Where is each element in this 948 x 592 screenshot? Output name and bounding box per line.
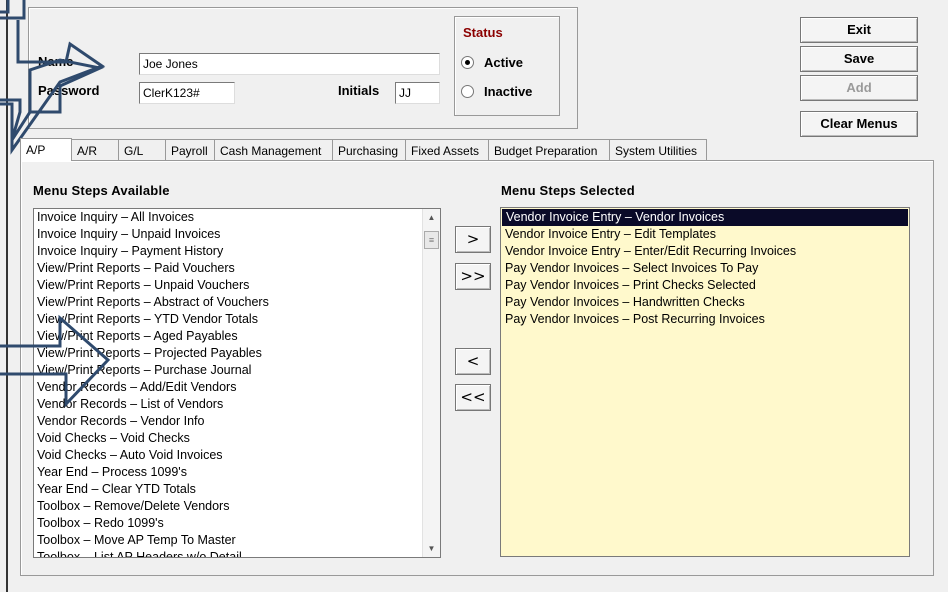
- available-list-item[interactable]: Invoice Inquiry – All Invoices: [34, 209, 422, 226]
- available-listbox[interactable]: Invoice Inquiry – All Invoices Invoice In…: [33, 208, 441, 558]
- selected-items: Vendor Invoice Entry – Vendor Invoices Ve…: [501, 209, 909, 328]
- scroll-down-icon[interactable]: ▼: [423, 540, 440, 557]
- status-title: Status: [463, 25, 503, 40]
- available-list-item[interactable]: View/Print Reports – YTD Vendor Totals: [34, 311, 422, 328]
- initials-field[interactable]: JJ: [395, 82, 440, 104]
- tab-cash-management[interactable]: Cash Management: [214, 139, 333, 161]
- available-list-item[interactable]: Void Checks – Void Checks: [34, 430, 422, 447]
- available-list-item[interactable]: Toolbox – Remove/Delete Vendors: [34, 498, 422, 515]
- selected-list-item[interactable]: Pay Vendor Invoices – Select Invoices To…: [501, 260, 909, 277]
- status-active-radio[interactable]: Active: [461, 55, 523, 70]
- exit-button[interactable]: Exit: [800, 17, 918, 43]
- available-list-item[interactable]: Toolbox – Redo 1099's: [34, 515, 422, 532]
- radio-checked-icon: [461, 56, 474, 69]
- remove-one-button[interactable]: <: [455, 348, 491, 375]
- available-list-item[interactable]: Invoice Inquiry – Unpaid Invoices: [34, 226, 422, 243]
- available-list-item[interactable]: View/Print Reports – Purchase Journal: [34, 362, 422, 379]
- name-label: Name: [38, 54, 74, 69]
- selected-listbox[interactable]: Vendor Invoice Entry – Vendor Invoices Ve…: [500, 207, 910, 557]
- available-list-item[interactable]: View/Print Reports – Abstract of Voucher…: [34, 294, 422, 311]
- tab-fixed-assets[interactable]: Fixed Assets: [405, 139, 489, 161]
- selected-list-item[interactable]: Pay Vendor Invoices – Print Checks Selec…: [501, 277, 909, 294]
- available-list-item[interactable]: Year End – Process 1099's: [34, 464, 422, 481]
- radio-unchecked-icon: [461, 85, 474, 98]
- remove-all-button[interactable]: <<: [455, 384, 491, 411]
- name-field[interactable]: Joe Jones: [139, 53, 440, 75]
- available-list-item[interactable]: View/Print Reports – Unpaid Vouchers: [34, 277, 422, 294]
- status-group: Status Active Inactive: [454, 16, 560, 116]
- password-label: Password: [38, 83, 100, 98]
- selected-list-item[interactable]: Vendor Invoice Entry – Vendor Invoices: [502, 209, 908, 226]
- tab-ar[interactable]: A/R: [71, 139, 119, 161]
- selected-title: Menu Steps Selected: [501, 183, 635, 198]
- available-title: Menu Steps Available: [33, 183, 170, 198]
- status-inactive-radio[interactable]: Inactive: [461, 84, 532, 99]
- available-list-item[interactable]: View/Print Reports – Aged Payables: [34, 328, 422, 345]
- status-inactive-label: Inactive: [484, 84, 533, 99]
- module-tabs: A/P A/R G/L Payroll Cash Management Purc…: [20, 138, 707, 161]
- available-list-item[interactable]: Vendor Records – Vendor Info: [34, 413, 422, 430]
- add-one-button[interactable]: >: [455, 226, 491, 253]
- available-list-item[interactable]: View/Print Reports – Projected Payables: [34, 345, 422, 362]
- available-list-item[interactable]: Toolbox – List AP Headers w/o Detail: [34, 549, 422, 557]
- available-list-item[interactable]: Invoice Inquiry – Payment History: [34, 243, 422, 260]
- available-list-item[interactable]: Toolbox – Move AP Temp To Master: [34, 532, 422, 549]
- save-button[interactable]: Save: [800, 46, 918, 72]
- available-items: Invoice Inquiry – All Invoices Invoice In…: [34, 209, 422, 557]
- tab-payroll[interactable]: Payroll: [165, 139, 215, 161]
- tab-system-utilities[interactable]: System Utilities: [609, 139, 707, 161]
- available-list-item[interactable]: Void Checks – Auto Void Invoices: [34, 447, 422, 464]
- tab-budget-preparation[interactable]: Budget Preparation: [488, 139, 610, 161]
- selected-list-item[interactable]: Pay Vendor Invoices – Handwritten Checks: [501, 294, 909, 311]
- selected-list-item[interactable]: Pay Vendor Invoices – Post Recurring Inv…: [501, 311, 909, 328]
- status-active-label: Active: [484, 55, 524, 70]
- tab-ap[interactable]: A/P: [20, 138, 72, 161]
- available-list-item[interactable]: Year End – Clear YTD Totals: [34, 481, 422, 498]
- available-list-item[interactable]: Vendor Records – List of Vendors: [34, 396, 422, 413]
- selected-list-item[interactable]: Vendor Invoice Entry – Edit Templates: [501, 226, 909, 243]
- selected-list-item[interactable]: Vendor Invoice Entry – Enter/Edit Recurr…: [501, 243, 909, 260]
- password-field[interactable]: ClerK123#: [139, 82, 235, 104]
- available-list-item[interactable]: View/Print Reports – Paid Vouchers: [34, 260, 422, 277]
- clear-menus-button[interactable]: Clear Menus: [800, 111, 918, 137]
- tab-gl[interactable]: G/L: [118, 139, 166, 161]
- scroll-thumb[interactable]: ≡: [424, 231, 439, 249]
- available-scrollbar[interactable]: ▲ ≡ ▼: [422, 209, 440, 557]
- scroll-up-icon[interactable]: ▲: [423, 209, 440, 226]
- available-list-item[interactable]: Vendor Records – Add/Edit Vendors: [34, 379, 422, 396]
- initials-label: Initials: [338, 83, 380, 98]
- add-button[interactable]: Add: [800, 75, 918, 101]
- tab-purchasing[interactable]: Purchasing: [332, 139, 406, 161]
- add-all-button[interactable]: >>: [455, 263, 491, 290]
